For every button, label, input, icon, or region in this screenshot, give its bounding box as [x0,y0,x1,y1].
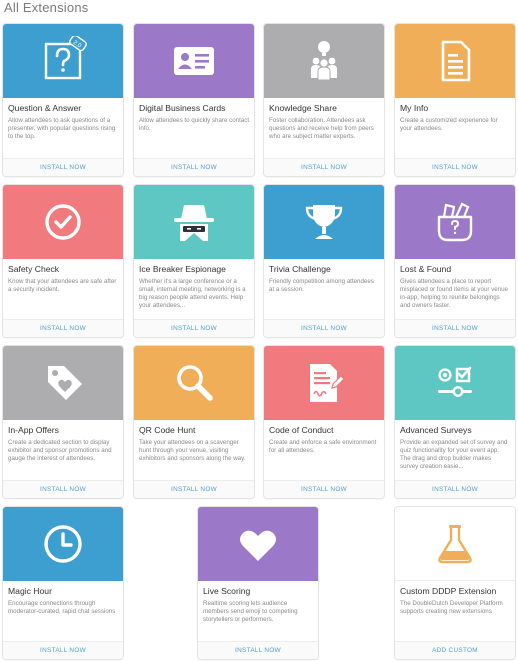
card-banner [134,346,254,420]
card-banner [3,185,123,259]
extension-card-advanced-surveys: Advanced Surveys Provide an expanded set… [395,346,515,498]
extension-card-in-app-offers: In-App Offers Create a dedicated section… [3,346,123,498]
card-banner [395,185,515,259]
card-description: Friendly competition among attendees at … [269,278,374,293]
card-banner [3,346,123,420]
install-now-button[interactable]: INSTALL NOW [264,158,384,176]
card-description: Know that your attendees are safe after … [8,278,117,293]
survey-controls-icon [438,366,472,397]
card-title: Live Scoring [203,586,251,596]
card-banner [134,185,254,259]
install-now-button[interactable]: INSTALL NOW [3,158,123,176]
heart-icon [240,530,276,561]
card-description: Allow attendees to quickly share contact… [139,117,250,132]
question-badge-icon: 2.0 [44,36,87,80]
extension-card-knowledge-share: Knowledge Share Foster collaboration. At… [264,24,384,176]
card-description: Create a customized experience for your … [400,117,498,132]
install-now-button[interactable]: INSTALL NOW [3,319,123,337]
card-banner: 2.0 [3,24,123,98]
install-now-button[interactable]: INSTALL NOW [134,319,254,337]
card-description: Gives attendees a place to report mispla… [400,278,508,309]
card-title: Ice Breaker Espionage [139,264,226,274]
lost-box-icon [437,202,473,242]
card-title: QR Code Hunt [139,425,196,435]
check-circle-icon [45,204,81,240]
card-description: The DoubleDutch Developer Platform suppo… [400,600,503,615]
card-banner [198,507,318,581]
install-now-button[interactable]: INSTALL NOW [395,158,515,176]
card-description: Realtime scoring lets audience members s… [203,600,298,623]
extension-card-custom-dddp: Custom DDDP Extension The DoubleDutch De… [395,507,515,659]
card-banner [395,24,515,98]
trophy-icon [305,205,343,239]
flask-icon [438,524,472,563]
install-now-button[interactable]: INSTALL NOW [134,480,254,498]
card-title: Magic Hour [8,586,52,596]
card-description: Take your attendees on a scavenger hunt … [139,439,246,462]
spy-icon [174,205,214,241]
card-title: Safety Check [8,264,60,274]
card-description: Encourage connections through moderator-… [8,600,116,615]
extension-card-my-info: My Info Create a customized experience f… [395,24,515,176]
card-title: Question & Answer [8,103,82,113]
card-banner [395,346,515,420]
extension-card-live-scoring: Live Scoring Realtime scoring lets audie… [198,507,318,659]
clock-icon [44,525,82,563]
card-title: Trivia Challenge [269,264,331,274]
install-now-button[interactable]: INSTALL NOW [395,319,515,337]
card-title: In-App Offers [8,425,59,435]
card-banner [3,507,123,581]
page-title: All Extensions [4,0,89,15]
extension-card-trivia-challenge: Trivia Challenge Friendly competition am… [264,185,384,337]
extension-card-lost-found: Lost & Found Gives attendees a place to … [395,185,515,337]
id-card-icon [174,47,214,75]
card-description: Provide an expanded set of survey and qu… [400,439,508,470]
card-title: My Info [400,103,429,113]
install-now-button[interactable]: INSTALL NOW [3,641,123,659]
card-title: Knowledge Share [269,103,337,113]
card-description: Create and enforce a safe environment fo… [269,439,377,454]
card-title: Custom DDDP Extension [400,586,497,596]
install-now-button[interactable]: INSTALL NOW [395,480,515,498]
card-title: Lost & Found [400,264,452,274]
card-banner [395,507,515,581]
install-now-button[interactable]: INSTALL NOW [198,641,318,659]
magnifier-icon [177,365,213,401]
extension-card-code-of-conduct: Code of Conduct Create and enforce a saf… [264,346,384,498]
card-banner [134,24,254,98]
extension-card-safety-check: Safety Check Know that your attendees ar… [3,185,123,337]
card-title: Advanced Surveys [400,425,472,435]
install-now-button[interactable]: INSTALL NOW [264,319,384,337]
add-custom-button[interactable]: ADD CUSTOM [395,641,515,659]
document-icon [441,40,471,82]
install-now-button[interactable]: INSTALL NOW [264,480,384,498]
tag-heart-icon [48,366,82,400]
extension-card-question-answer: 2.0 Question & Answer Allow attendees to… [3,24,123,176]
card-description: Whether it's a large conference or a sma… [139,278,246,309]
card-description: Create a dedicated section to display ex… [8,439,112,462]
install-now-button[interactable]: INSTALL NOW [3,480,123,498]
install-now-button[interactable]: INSTALL NOW [134,158,254,176]
card-banner [264,185,384,259]
card-description: Allow attendees to ask questions of a pr… [8,117,116,140]
signed-document-icon [310,364,345,402]
card-title: Digital Business Cards [139,103,226,113]
card-description: Foster collaboration. Attendees ask ques… [269,117,374,140]
extension-card-ice-breaker-espionage: Ice Breaker Espionage Whether it's a lar… [134,185,254,337]
card-title: Code of Conduct [269,425,334,435]
extension-card-digital-business-cards: Digital Business Cards Allow attendees t… [134,24,254,176]
extension-card-qr-code-hunt: QR Code Hunt Take your attendees on a sc… [134,346,254,498]
extension-card-magic-hour: Magic Hour Encourage connections through… [3,507,123,659]
card-banner [264,346,384,420]
people-idea-icon [311,41,337,81]
card-banner [264,24,384,98]
